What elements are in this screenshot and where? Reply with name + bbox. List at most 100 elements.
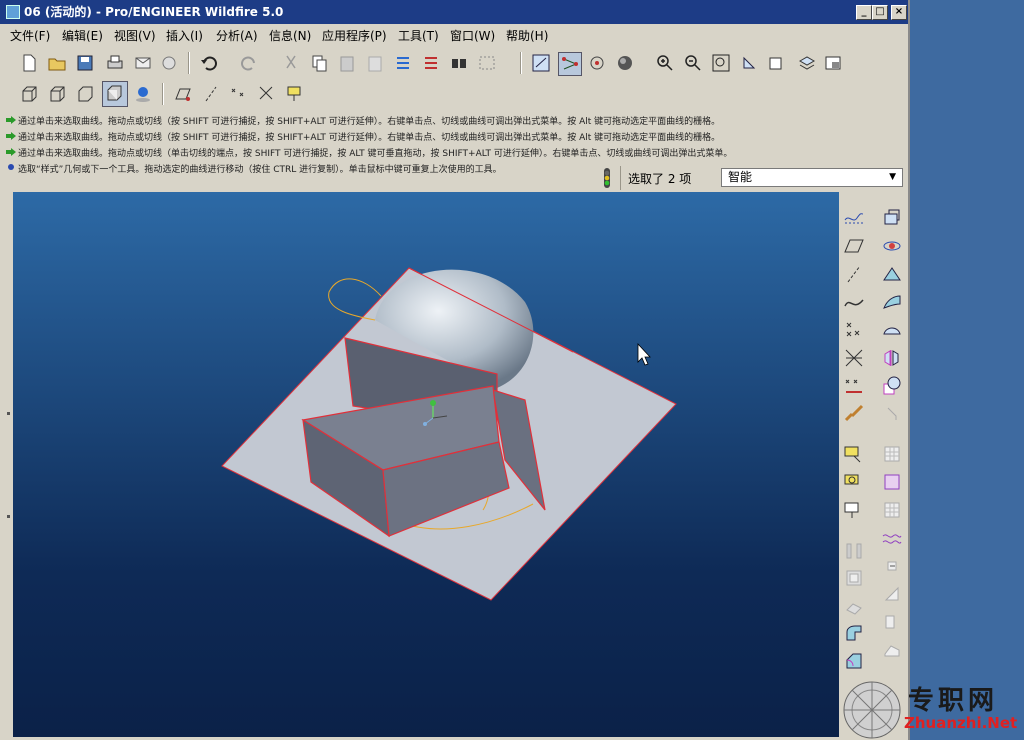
menu-window[interactable]: 窗口(W) (450, 27, 495, 44)
grid-pattern-icon[interactable] (880, 498, 904, 522)
chevron-down-icon: ▼ (889, 172, 896, 182)
annotation-feature-icon[interactable] (842, 442, 866, 466)
menu-tools[interactable]: 工具(T) (398, 27, 439, 44)
mouse-cursor-icon (637, 342, 651, 366)
sweep-icon[interactable] (880, 262, 904, 286)
copy-icon[interactable] (308, 52, 330, 74)
menu-analysis[interactable]: 分析(A) (216, 27, 258, 44)
chamfer-icon[interactable] (842, 650, 866, 674)
save-icon[interactable] (74, 52, 96, 74)
datum-axis-icon[interactable] (842, 262, 866, 286)
thicken-icon[interactable] (880, 610, 904, 634)
message-arrow-icon (6, 148, 16, 156)
send-icon[interactable] (158, 52, 180, 74)
datum-curve-icon[interactable] (842, 290, 866, 314)
zoom-in-icon[interactable] (654, 52, 676, 74)
menu-file[interactable]: 文件(F) (10, 27, 50, 44)
menu-applications[interactable]: 应用程序(P) (322, 27, 387, 44)
watermark-en-text: Zhuanzhi.Net (904, 714, 1018, 732)
shell-icon[interactable] (842, 566, 866, 590)
right-toolbar (840, 192, 908, 737)
round-icon[interactable] (842, 622, 866, 646)
datum-points-icon[interactable] (558, 52, 582, 76)
menu-edit[interactable]: 编辑(E) (62, 27, 103, 44)
selection-filter-value: 智能 (728, 170, 753, 184)
annotation-element-icon[interactable] (842, 498, 866, 522)
spin-center-icon[interactable] (586, 52, 608, 74)
draft-icon[interactable] (880, 582, 904, 606)
arrow-right-icon[interactable] (880, 554, 904, 578)
undo-icon[interactable] (198, 52, 220, 74)
datum-planes-display-icon[interactable] (172, 83, 194, 105)
refit-icon[interactable] (710, 52, 732, 74)
find-icon[interactable] (448, 52, 470, 74)
datum-axes-display-icon[interactable] (200, 83, 222, 105)
annotation-plane-icon[interactable] (842, 470, 866, 494)
datum-point-icon[interactable] (842, 318, 866, 342)
layers-icon[interactable] (796, 52, 818, 74)
sketch-display-icon[interactable] (530, 52, 552, 74)
rib-icon[interactable] (842, 594, 866, 618)
analysis-feature-icon[interactable] (842, 374, 866, 398)
email-icon[interactable] (132, 52, 154, 74)
minimize-button[interactable]: _ (856, 5, 872, 20)
paste-special-icon[interactable] (364, 52, 386, 74)
print-icon[interactable] (104, 52, 126, 74)
curve-tool-icon[interactable] (842, 206, 866, 230)
extrude-icon[interactable] (842, 538, 866, 562)
paste-icon[interactable] (336, 52, 358, 74)
solidify-icon[interactable] (880, 638, 904, 662)
model-canvas[interactable] (13, 192, 839, 737)
datum-csys-icon[interactable] (842, 346, 866, 370)
datum-plane-icon[interactable] (842, 234, 866, 258)
maximize-button[interactable]: □ (872, 5, 888, 20)
wave-surface-icon[interactable] (880, 526, 904, 550)
shading-sphere-icon[interactable] (614, 52, 636, 74)
no-hidden-icon[interactable] (74, 83, 96, 105)
annotation-display-icon[interactable] (284, 83, 306, 105)
hidden-line-icon[interactable] (46, 83, 68, 105)
point-display-icon[interactable] (228, 83, 250, 105)
boundary-blend-icon[interactable] (880, 290, 904, 314)
regenerate-manager-icon[interactable] (420, 52, 442, 74)
graphics-viewport[interactable] (13, 192, 839, 737)
csys-display-icon[interactable] (256, 83, 278, 105)
saved-views-icon[interactable] (766, 52, 788, 74)
toolbar-second (0, 78, 908, 110)
revolve-icon[interactable] (880, 234, 904, 258)
rectangle-select-icon[interactable] (880, 470, 904, 494)
menu-view[interactable]: 视图(V) (114, 27, 156, 44)
traffic-light-icon[interactable] (596, 166, 618, 190)
merge-icon[interactable] (880, 374, 904, 398)
selection-count: 选取了 2 项 (628, 172, 692, 186)
menu-info[interactable]: 信息(N) (269, 27, 311, 44)
menu-insert[interactable]: 插入(I) (166, 27, 203, 44)
left-splitter[interactable] (0, 192, 13, 737)
shaded-icon[interactable] (102, 81, 128, 107)
regenerate-icon[interactable] (392, 52, 414, 74)
title-bar: 06 (活动的) - Pro/ENGINEER Wildfire 5.0 _ □… (0, 0, 908, 24)
close-button[interactable]: × (891, 5, 907, 20)
open-folder-icon[interactable] (46, 52, 68, 74)
surface-copy-icon[interactable] (880, 206, 904, 230)
zoom-out-icon[interactable] (682, 52, 704, 74)
chain-icon[interactable] (842, 402, 866, 426)
main-window: 06 (活动的) - Pro/ENGINEER Wildfire 5.0 _ □… (0, 0, 910, 740)
message-arrow-icon (6, 132, 16, 140)
reorient-icon[interactable] (738, 52, 760, 74)
cut-icon[interactable] (280, 52, 302, 74)
menu-bar: 文件(F) 编辑(E) 视图(V) 插入(I) 分析(A) 信息(N) 应用程序… (0, 24, 908, 46)
trim-icon[interactable] (880, 402, 904, 426)
status-separator (620, 166, 621, 190)
mirror-icon[interactable] (880, 346, 904, 370)
appearance-icon[interactable] (132, 83, 154, 105)
style-icon[interactable] (880, 318, 904, 342)
selection-filter-dropdown[interactable]: 智能 ▼ (721, 168, 903, 187)
view-manager-icon[interactable] (822, 52, 844, 74)
pattern-icon[interactable] (880, 442, 904, 466)
new-file-icon[interactable] (18, 52, 40, 74)
wireframe-icon[interactable] (18, 83, 40, 105)
redo-icon[interactable] (238, 52, 260, 74)
menu-help[interactable]: 帮助(H) (506, 27, 548, 44)
selection-box-icon[interactable] (476, 52, 498, 74)
